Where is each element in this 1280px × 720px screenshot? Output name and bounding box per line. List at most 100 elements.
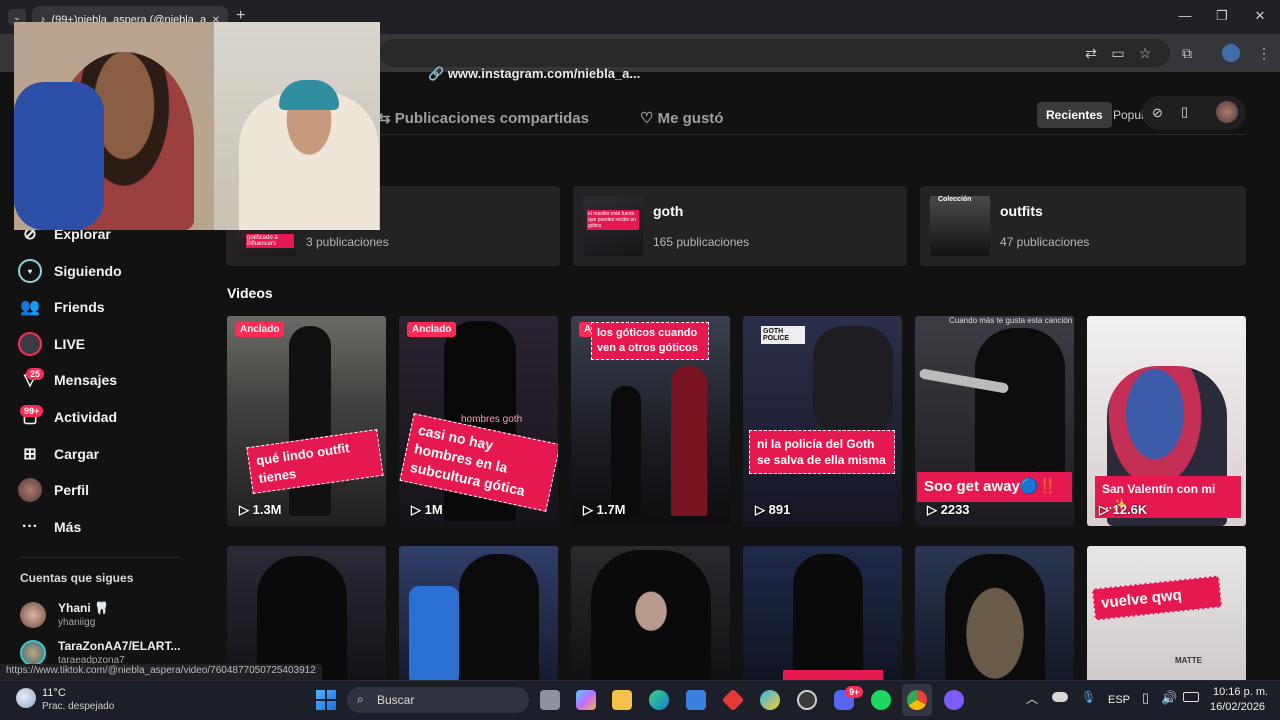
video-figure xyxy=(671,366,707,516)
pinned-badge: Anclado xyxy=(407,322,457,337)
account-name: TaraZonAA7/ELART... xyxy=(58,639,181,653)
browser-menu-icon[interactable]: ⋮ xyxy=(1255,44,1273,62)
profile-link-text: www.instagram.com/niebla_a... xyxy=(447,66,641,81)
search-icon: ⌕ xyxy=(357,692,364,706)
profile-icon xyxy=(18,478,42,502)
chrome-icon[interactable] xyxy=(907,690,927,710)
close-window-button[interactable]: ✕ xyxy=(1250,8,1270,24)
device-icon[interactable]: ▯ xyxy=(1181,104,1188,120)
sidebar-item-label: Mensajes xyxy=(54,372,118,388)
tab-shared-posts[interactable]: ⇆ Publicaciones compartidas xyxy=(378,109,589,127)
activity-badge: 99+ xyxy=(20,405,44,417)
video-overlay-text: MATTE xyxy=(1175,656,1202,665)
video-card[interactable]: Cuando más te gusta esta canción Soo get… xyxy=(915,316,1074,526)
extensions-icon[interactable]: ⧉ xyxy=(1178,44,1196,62)
collection-thumb: Colección xyxy=(930,196,990,256)
phone-link-icon[interactable]: ▯ xyxy=(1142,690,1149,706)
maximize-button[interactable]: ❐ xyxy=(1212,8,1232,24)
bookmark-star-icon[interactable]: ☆ xyxy=(1136,44,1154,62)
obs-icon[interactable] xyxy=(797,690,817,710)
video-caption: Soo get away🔵‼️ xyxy=(917,472,1072,503)
sidebar-item-label: Perfil xyxy=(54,482,90,498)
minimize-button[interactable]: — xyxy=(1175,8,1195,23)
video-card[interactable] xyxy=(399,546,558,686)
battery-icon[interactable] xyxy=(1183,692,1199,702)
tray-chevron-icon[interactable]: ︿ xyxy=(1026,690,1038,707)
collection-count: 3 publicaciones xyxy=(306,235,389,249)
video-caption: vuelve qwq xyxy=(1091,575,1223,621)
user-avatar[interactable] xyxy=(1216,101,1238,123)
live-icon xyxy=(18,332,42,356)
app-icon-cyan[interactable] xyxy=(760,690,780,710)
omnibox[interactable] xyxy=(380,39,1170,67)
video-card[interactable]: Anclado los góticos cuando ven a otros g… xyxy=(571,316,730,526)
sidebar-item-label: Más xyxy=(54,519,82,535)
browser-profile-icon[interactable] xyxy=(1222,44,1240,62)
taskbar-search[interactable]: ⌕ Buscar xyxy=(347,687,529,713)
view-count: ▷ 891 xyxy=(755,502,791,517)
avatar xyxy=(20,639,46,666)
translate-icon[interactable]: ⇄ xyxy=(1082,44,1100,62)
sidebar-item-label: Actividad xyxy=(54,409,118,425)
followed-account[interactable]: Yhani 🦷 yhaniigg xyxy=(20,601,109,628)
task-view-icon[interactable] xyxy=(540,690,560,710)
edge-icon[interactable] xyxy=(649,690,669,710)
search-label: Buscar xyxy=(377,693,415,707)
file-explorer-icon[interactable] xyxy=(612,690,632,710)
video-figure xyxy=(975,328,1065,488)
weather-icon[interactable] xyxy=(16,688,36,708)
sidebar-item-cargar[interactable]: ⊞ Cargar xyxy=(18,440,99,468)
spotify-icon[interactable] xyxy=(871,690,891,710)
collection-thumb-text: gotificado a influencers xyxy=(246,234,294,248)
onedrive-icon[interactable] xyxy=(1052,692,1068,702)
streamer-right xyxy=(239,92,379,230)
cast-icon[interactable]: ▭ xyxy=(1109,44,1127,62)
video-caption: ni la policía del Goth se salva de ella … xyxy=(749,430,895,475)
video-card[interactable] xyxy=(743,546,902,686)
sidebar-item-mas[interactable]: ··· Más xyxy=(18,513,81,541)
sidebar-item-perfil[interactable]: Perfil xyxy=(18,476,89,504)
video-card[interactable]: Anclado qué lindo outfit tienes ▷ 1.3M xyxy=(227,316,386,526)
account-username: yhaniigg xyxy=(58,617,96,628)
store-icon[interactable] xyxy=(686,690,706,710)
sidebar-item-label: Friends xyxy=(54,299,105,315)
discord-badge: 9+ xyxy=(845,686,864,698)
followed-account[interactable]: TaraZonAA7/ELART... taraeadpzona7 xyxy=(20,639,180,666)
microphone-icon[interactable]: 🎙 xyxy=(1081,690,1096,704)
video-overlay-text: GOTH POLICE xyxy=(761,326,805,344)
sidebar-item-live[interactable]: LIVE xyxy=(18,330,85,358)
view-count: ▷ 12.6K xyxy=(1099,502,1148,517)
blue-pillow xyxy=(14,82,104,230)
following-heading: Cuentas que sigues xyxy=(20,571,134,585)
language-indicator[interactable]: ESP xyxy=(1108,694,1130,706)
chat-app-icon[interactable] xyxy=(944,690,964,710)
tab-shared-label: Publicaciones compartidas xyxy=(394,110,589,127)
video-caption: casi no hay hombres en la subcultura gót… xyxy=(399,413,558,512)
sidebar-item-siguiendo[interactable]: ♥ Siguiendo xyxy=(18,257,122,285)
sidebar-item-friends[interactable]: 👥 Friends xyxy=(18,293,105,321)
video-card[interactable]: San Valentín con mi ...✨ ▷ 12.6K xyxy=(1087,316,1246,526)
video-card[interactable] xyxy=(571,546,730,686)
friends-icon: 👥 xyxy=(20,299,40,316)
messages-badge: 25 xyxy=(26,368,45,380)
clock-date[interactable]: 16/02/2026 xyxy=(1210,701,1265,713)
collection-card[interactable]: Colección outfits 47 publicaciones xyxy=(920,186,1246,266)
volume-icon[interactable]: 🔊 xyxy=(1161,690,1177,706)
tiktok-coin-icon[interactable]: ⊘ xyxy=(1152,105,1163,121)
copilot-icon[interactable] xyxy=(576,690,596,710)
tab-liked[interactable]: ♡ Me gustó xyxy=(640,109,723,127)
link-icon: 🔗 xyxy=(428,66,445,81)
video-card[interactable]: Anclado hombres goth casi no hay hombres… xyxy=(399,316,558,526)
video-card[interactable]: GOTH POLICE ni la policía del Goth se sa… xyxy=(743,316,902,526)
collection-card[interactable]: el mosfito más fuerte que puedes recibir… xyxy=(573,186,907,266)
sort-recent-button[interactable]: Recientes xyxy=(1037,102,1112,128)
clock-time[interactable]: 10:16 p. m. xyxy=(1213,686,1268,698)
status-url: https://www.tiktok.com/@niebla_aspera/vi… xyxy=(0,664,322,680)
weather-desc: Prac. despejado xyxy=(42,701,115,712)
video-card[interactable]: MATTE vuelve qwq xyxy=(1087,546,1246,686)
collection-thumb: el mosfito más fuerte que puedes recibir… xyxy=(583,196,643,256)
view-count: ▷ 1.7M xyxy=(583,502,626,517)
video-figure xyxy=(813,326,893,436)
video-card[interactable] xyxy=(915,546,1074,686)
profile-link[interactable]: 🔗 www.instagram.com/niebla_a... xyxy=(428,66,640,82)
